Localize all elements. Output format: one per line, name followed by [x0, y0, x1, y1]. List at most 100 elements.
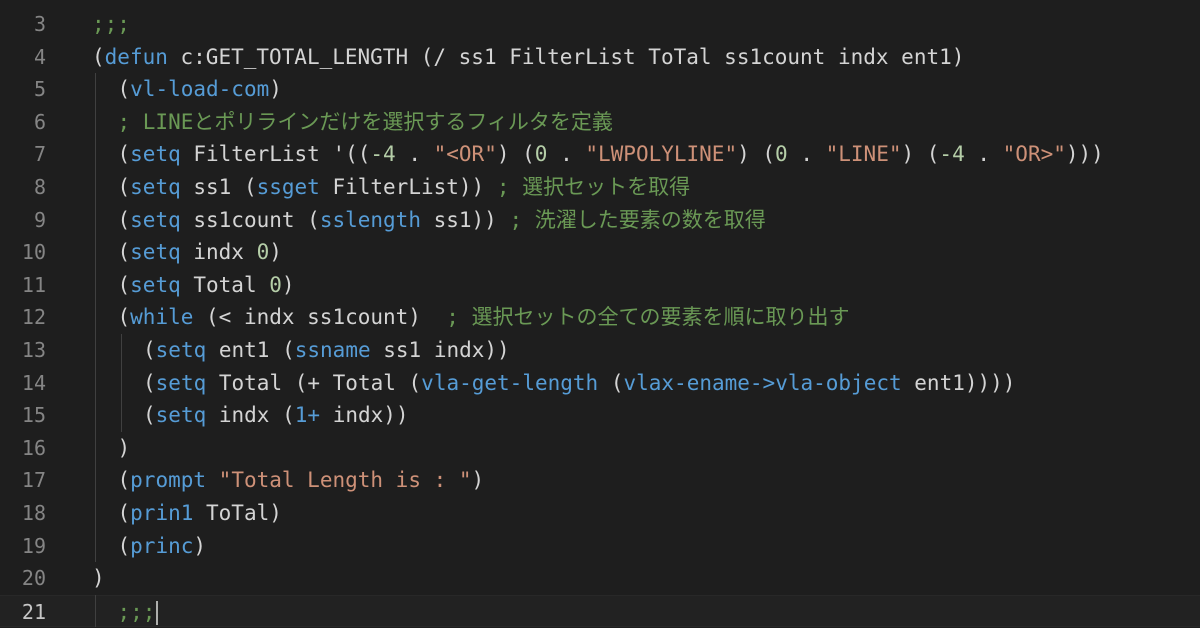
code-text[interactable]: (setq ss1count (sslength ss1)) ; 洗濯した要素の… [118, 204, 766, 236]
code-text[interactable]: (setq ent1 (ssname ss1 indx)) [143, 334, 510, 366]
partial-comment-line: ;;; [92, 0, 130, 6]
code-token: vlax-ename->vla-object [623, 370, 902, 395]
code-editor[interactable]: ;;; 3;;;4(defun c:GET_TOTAL_LENGTH (/ ss… [0, 0, 1200, 628]
code-line[interactable]: 9 (setq ss1count (sslength ss1)) ; 洗濯した要素… [0, 204, 1200, 236]
code-line[interactable]: 6 ; LINEとポリラインだけを選択するフィルタを定義 [0, 106, 1200, 138]
code-token: ss1)) [420, 207, 510, 232]
line-number: 19 [21, 533, 46, 558]
code-token: ) [92, 566, 105, 591]
code-token: ) [269, 77, 282, 102]
code-token: -4 [939, 142, 965, 167]
code-token: 0 [775, 142, 788, 167]
code-text[interactable]: ;;; [92, 8, 130, 40]
code-token: ( [143, 338, 156, 362]
code-line[interactable]: 20) [0, 562, 1200, 594]
indent-guide [95, 171, 96, 204]
code-line[interactable]: 14 (setq Total (+ Total (vla-get-length (… [0, 367, 1200, 399]
code-line[interactable]: 8 (setq ss1 (ssget FilterList)) ; 選択セットを取… [0, 171, 1200, 203]
line-number: 13 [21, 338, 46, 362]
code-text[interactable]: (setq indx (1+ indx)) [143, 399, 409, 431]
code-token: ss1 ( [180, 175, 257, 199]
code-token: . [964, 142, 1003, 167]
code-token: . [547, 142, 586, 167]
code-token: indx)) [320, 403, 409, 428]
indent-guide [95, 268, 96, 302]
code-text[interactable]: (setq FilterList '((-4 . "<OR") (0 . "LW… [118, 138, 1104, 170]
code-token: ( [117, 501, 131, 525]
code-line[interactable]: 17 (prompt "Total Length is : ") [0, 464, 1200, 496]
code-token: "Total Length is : " [218, 468, 472, 493]
code-text[interactable]: (while (< indx ss1count) ; 選択セットの全ての要素を順… [118, 301, 850, 333]
code-line[interactable]: 13 (setq ent1 (ssname ss1 indx)) [0, 334, 1200, 366]
code-token: princ [130, 533, 194, 558]
code-token: 0 [269, 272, 282, 297]
code-token: 1+ [294, 403, 321, 428]
code-text[interactable]: (vl-load-com) [118, 73, 282, 105]
code-token: vla-get-length [421, 370, 599, 395]
code-text[interactable]: (setq Total (+ Total (vla-get-length (vl… [143, 367, 1015, 399]
code-line[interactable]: 18 (prin1 ToTal) [0, 497, 1200, 529]
code-text[interactable]: ; LINEとポリラインだけを選択するフィルタを定義 [118, 106, 613, 138]
code-text[interactable]: (defun c:GET_TOTAL_LENGTH (/ ss1 FilterL… [92, 41, 964, 73]
code-text[interactable]: (setq Total 0) [118, 269, 295, 301]
code-token: ToTal) [193, 501, 282, 525]
code-token: ssget [256, 175, 320, 199]
code-token: ) [281, 272, 295, 297]
code-line[interactable]: 11 (setq Total 0) [0, 269, 1200, 301]
line-number: 7 [33, 142, 46, 167]
line-number: 17 [21, 468, 46, 493]
code-line[interactable]: 19 (princ) [0, 530, 1200, 562]
code-token: setq [130, 272, 181, 297]
code-token: setq [130, 142, 181, 167]
code-text[interactable]: (setq indx 0) [118, 236, 282, 268]
code-line[interactable]: 3;;; [0, 8, 1200, 40]
code-token: ent1 ( [206, 338, 295, 362]
code-line[interactable]: 16) [0, 432, 1200, 464]
code-token: ( [117, 175, 131, 199]
code-token: indx ( [206, 403, 295, 428]
line-number: 20 [21, 566, 46, 591]
code-text[interactable]: (princ) [118, 530, 207, 562]
code-line[interactable]: 10 (setq indx 0) [0, 236, 1200, 268]
code-token: ) [193, 533, 207, 558]
line-number: 18 [21, 501, 46, 525]
indent-guide [95, 334, 96, 367]
code-line[interactable]: 4 (defun c:GET_TOTAL_LENGTH (/ ss1 Filter… [0, 41, 1200, 73]
code-token: ) ( [737, 142, 776, 167]
code-text[interactable]: ) [118, 432, 131, 464]
code-text[interactable]: ) [92, 562, 105, 594]
code-line[interactable]: 12 (while (< indx ss1count) ; 選択セットの全ての要素… [0, 301, 1200, 333]
code-token: (< indx ss1count) [193, 305, 447, 330]
indent-guide [95, 138, 96, 171]
code-text[interactable]: (prompt "Total Length is : ") [118, 464, 485, 496]
code-text[interactable]: (prin1 ToTal) [118, 497, 282, 529]
code-text[interactable]: ;;; [118, 596, 159, 628]
code-token: ssname [294, 338, 371, 362]
code-line[interactable]: 15 (setq indx (1+ indx)) [0, 399, 1200, 431]
code-text[interactable]: (setq ss1 (ssget FilterList)) ; 選択セットを取得 [118, 171, 691, 203]
code-line[interactable]: 7 (setq FilterList '((-4 . "<OR") (0 . "L… [0, 138, 1200, 170]
code-token: ( [143, 370, 156, 395]
code-token: ; 選択セットを取得 [496, 175, 691, 199]
code-token: ( [117, 533, 131, 558]
code-token: ) ( [901, 142, 940, 167]
text-cursor [156, 600, 159, 625]
indent-guide [95, 203, 96, 237]
line-number: 21 [21, 599, 46, 624]
code-token: ( [143, 403, 156, 428]
line-number: 5 [33, 77, 46, 102]
code-line[interactable]: 21;;; [0, 594, 1200, 628]
code-line[interactable]: 5 (vl-load-com) [0, 73, 1200, 105]
code-token: setq [155, 370, 207, 395]
indent-guide [95, 366, 96, 400]
code-token: FilterList '(( [180, 142, 371, 167]
line-number: 11 [21, 272, 46, 297]
line-number: 16 [21, 435, 46, 460]
code-token: setq [155, 338, 207, 362]
line-number: 12 [21, 305, 46, 330]
indent-guide [95, 73, 96, 106]
indent-guide [120, 334, 122, 367]
line-number: 10 [21, 240, 46, 265]
code-token: ( [117, 272, 131, 297]
code-token: ( [117, 468, 131, 493]
